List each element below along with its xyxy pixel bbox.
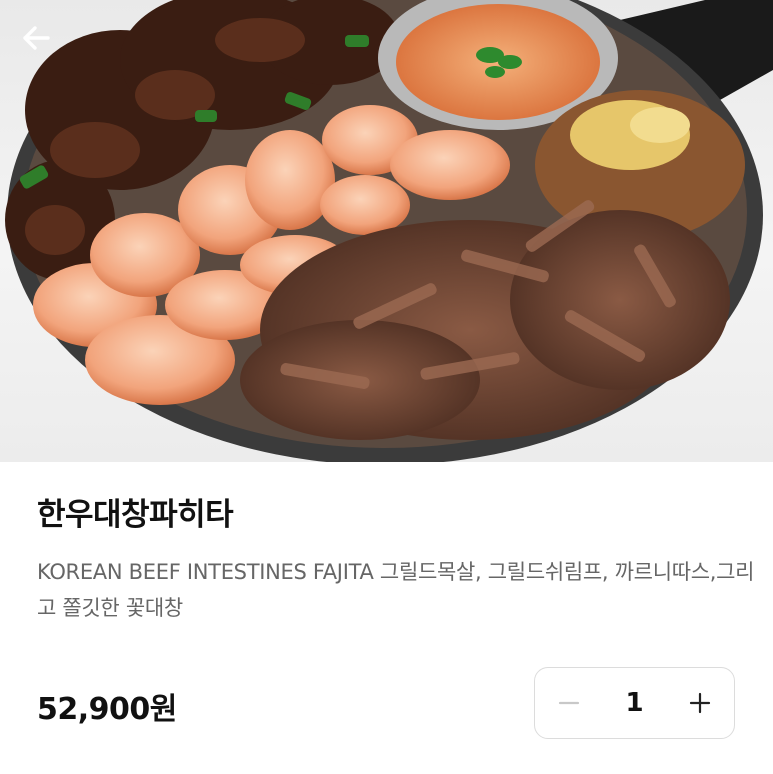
arrow-left-icon <box>23 26 50 50</box>
plus-icon <box>689 692 711 714</box>
back-button[interactable] <box>18 20 66 68</box>
product-info: 한우대창파히타 KOREAN BEEF INTESTINES FAJITA 그릴… <box>0 462 773 774</box>
food-platter-illustration <box>5 0 773 462</box>
quantity-value: 1 <box>625 688 644 718</box>
increment-button[interactable] <box>666 668 734 738</box>
product-image <box>0 0 773 462</box>
minus-icon <box>558 701 580 705</box>
decrement-button[interactable] <box>535 668 603 738</box>
product-price: 52,900원 <box>37 692 177 727</box>
product-description: KOREAN BEEF INTESTINES FAJITA 그릴드목살, 그릴드… <box>37 560 755 620</box>
quantity-stepper: 1 <box>534 667 735 739</box>
product-name: 한우대창파히타 <box>37 497 234 533</box>
